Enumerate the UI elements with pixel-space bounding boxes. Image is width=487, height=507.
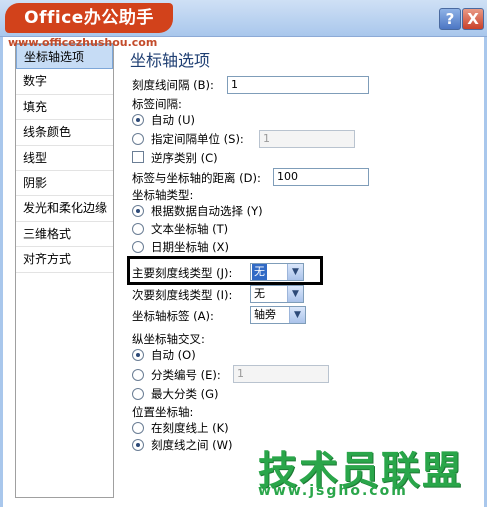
axis-type-text-radio[interactable]: [132, 223, 144, 235]
minor-tick-type-select[interactable]: 无 ▼: [250, 285, 304, 303]
label-interval-auto-radio[interactable]: [132, 114, 144, 126]
brand-watermark-url: www.jsgho.com: [258, 483, 408, 499]
close-button[interactable]: X: [462, 8, 484, 30]
tick-interval-label: 刻度线间隔 (B):: [132, 78, 214, 92]
nav-item-line-color[interactable]: 线条颜色: [16, 120, 113, 146]
nav-item-number[interactable]: 数字: [16, 69, 113, 95]
nav-item-alignment[interactable]: 对齐方式: [16, 247, 113, 273]
axis-labels-select[interactable]: 轴旁 ▼: [250, 306, 306, 324]
axis-type-date-label: 日期坐标轴 (X): [151, 240, 230, 254]
nav-item-fill[interactable]: 填充: [16, 95, 113, 121]
vertical-crosses-label: 纵坐标轴交叉:: [132, 332, 205, 346]
watermark-url: www.officezhushou.com: [8, 36, 158, 49]
axis-labels-value: 轴旁: [254, 308, 276, 321]
axis-labels-label: 坐标轴标签 (A):: [132, 309, 214, 323]
axis-type-label: 坐标轴类型:: [132, 188, 194, 202]
help-button[interactable]: ?: [439, 8, 461, 30]
tick-interval-input[interactable]: 1: [227, 76, 369, 94]
label-interval-auto-label: 自动 (U): [151, 113, 196, 127]
reverse-order-label: 逆序类别 (C): [151, 151, 218, 165]
nav-item-line-style[interactable]: 线型: [16, 146, 113, 171]
vertical-crosses-max-radio[interactable]: [132, 388, 144, 400]
nav-item-3d-format[interactable]: 三维格式: [16, 222, 113, 248]
minor-tick-type-value: 无: [254, 287, 265, 300]
axis-position-on-tick-label: 在刻度线上 (K): [151, 421, 229, 435]
highlight-annotation-box: [127, 256, 323, 285]
category-nav: 坐标轴选项 数字 填充 线条颜色 线型 阴影 发光和柔化边缘 三维格式 对齐方式: [15, 43, 114, 498]
label-distance-label: 标签与坐标轴的距离 (D):: [132, 171, 261, 185]
vertical-crosses-category-input[interactable]: 1: [233, 365, 329, 383]
label-interval-label: 标签间隔:: [132, 97, 182, 111]
label-interval-specify-label: 指定间隔单位 (S):: [151, 132, 244, 146]
nav-item-shadow[interactable]: 阴影: [16, 171, 113, 197]
nav-item-glow-soft-edges[interactable]: 发光和柔化边缘: [16, 196, 113, 222]
chevron-down-icon[interactable]: ▼: [289, 307, 305, 323]
minor-tick-type-label: 次要刻度线类型 (I):: [132, 288, 233, 302]
panel-title: 坐标轴选项: [130, 51, 211, 70]
axis-position-label: 位置坐标轴:: [132, 405, 194, 419]
axis-type-date-radio[interactable]: [132, 241, 144, 253]
label-distance-input[interactable]: 100: [273, 168, 369, 186]
label-interval-specify-radio[interactable]: [132, 133, 144, 145]
office-assistant-logo: Office办公助手: [5, 3, 173, 33]
vertical-crosses-category-radio[interactable]: [132, 369, 144, 381]
chevron-down-icon[interactable]: ▼: [287, 286, 303, 302]
vertical-crosses-category-label: 分类编号 (E):: [151, 368, 221, 382]
axis-position-between-radio[interactable]: [132, 439, 144, 451]
vertical-crosses-auto-label: 自动 (O): [151, 348, 196, 362]
reverse-order-checkbox[interactable]: [132, 151, 144, 163]
axis-type-auto-radio[interactable]: [132, 205, 144, 217]
vertical-crosses-auto-radio[interactable]: [132, 349, 144, 361]
axis-position-on-tick-radio[interactable]: [132, 422, 144, 434]
axis-type-text-label: 文本坐标轴 (T): [151, 222, 229, 236]
axis-type-auto-label: 根据数据自动选择 (Y): [151, 204, 263, 218]
vertical-crosses-max-label: 最大分类 (G): [151, 387, 219, 401]
label-interval-specify-input[interactable]: 1: [259, 130, 355, 148]
axis-position-between-label: 刻度线之间 (W): [151, 438, 233, 452]
title-bar: Office办公助手 ? X: [0, 0, 487, 37]
